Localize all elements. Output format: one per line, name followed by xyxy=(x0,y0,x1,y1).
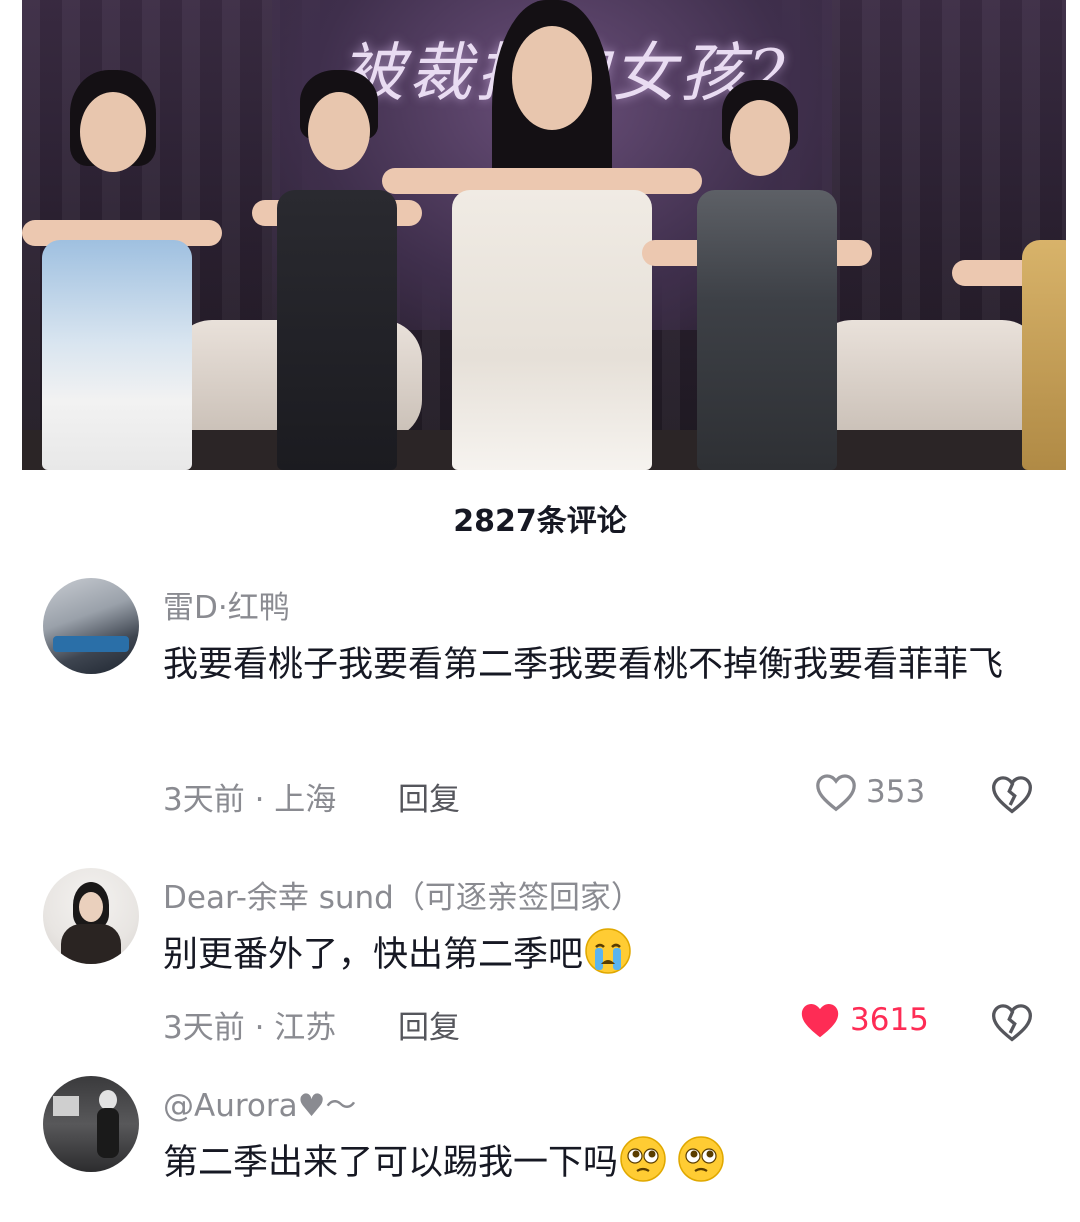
comment-text: 第二季出来了可以踢我一下吗 xyxy=(163,1132,1043,1194)
comment-text: 别更番外了，快出第二季吧 xyxy=(163,924,1043,986)
like-count: 353 xyxy=(866,774,926,810)
broken-heart-icon[interactable] xyxy=(990,1000,1034,1044)
video-thumbnail[interactable]: 被裁掉的女孩2 xyxy=(22,0,1066,470)
comment-username[interactable]: Dear-余幸 sund（可逐亲签回家） xyxy=(163,872,642,917)
comment-item: Dear-余幸 sund（可逐亲签回家） 别更番外了，快出第二季吧 3天前 · … xyxy=(0,868,1080,1058)
reply-button[interactable]: 回复 xyxy=(398,1002,460,1047)
dancer-figure xyxy=(22,70,222,470)
comment-time-location: 3天前 · 上海 xyxy=(163,782,337,818)
like-button[interactable]: 353 xyxy=(814,772,925,812)
avatar[interactable] xyxy=(43,868,139,964)
pleading-face-emoji-icon xyxy=(678,1136,724,1182)
comment-item: 雷D·红鸭 我要看桃子我要看第二季我要看桃不掉衡我要看菲菲飞 3天前 · 上海 … xyxy=(0,578,1080,838)
heart-outline-icon xyxy=(816,774,856,812)
reply-button[interactable]: 回复 xyxy=(398,774,460,819)
heart-filled-icon xyxy=(801,1004,839,1038)
comment-time-location: 3天前 · 江苏 xyxy=(163,1010,337,1046)
comment-count: 2827条评论 xyxy=(453,504,627,539)
comment-username[interactable]: @Aurora♥～ xyxy=(163,1080,356,1125)
crying-face-emoji-icon xyxy=(585,928,631,974)
avatar[interactable] xyxy=(43,1076,139,1172)
pleading-face-emoji-icon xyxy=(620,1136,666,1182)
comment-text: 我要看桃子我要看第二季我要看桃不掉衡我要看菲菲飞 xyxy=(163,645,1004,685)
comment-item: @Aurora♥～ 第二季出来了可以踢我一下吗 xyxy=(0,1076,1080,1222)
avatar[interactable] xyxy=(43,578,139,674)
dancer-figure xyxy=(952,90,1066,470)
like-button[interactable]: 3615 xyxy=(798,1000,929,1040)
dancer-figure xyxy=(642,80,872,470)
broken-heart-icon[interactable] xyxy=(990,772,1034,816)
comment-username[interactable]: 雷D·红鸭 xyxy=(163,582,290,627)
like-count: 3615 xyxy=(850,1002,929,1038)
